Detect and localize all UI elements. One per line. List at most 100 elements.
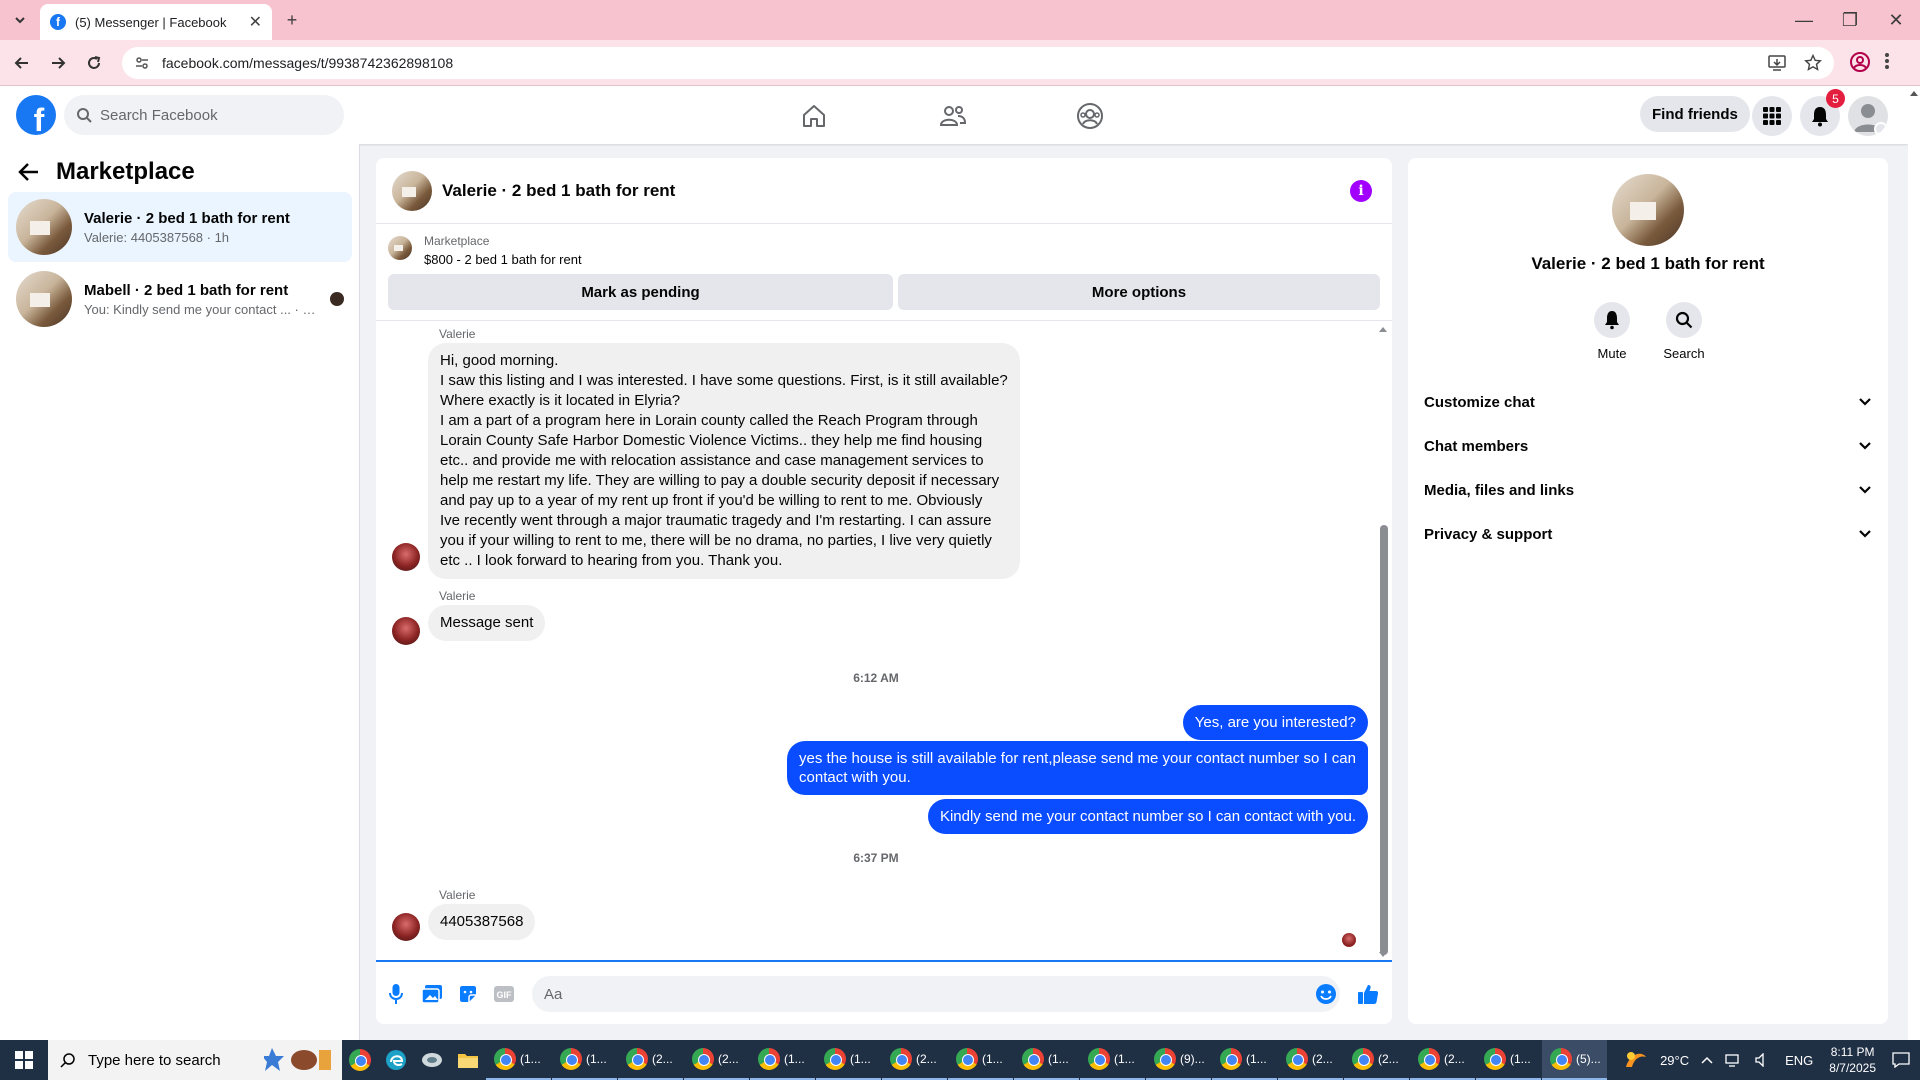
thread-item-valerie[interactable]: Valerie · 2 bed 1 bath for rent Valerie:… [8,192,352,262]
taskbar-chrome-window[interactable]: (1... [816,1040,881,1080]
chat-avatar[interactable] [392,170,432,211]
microphone-icon[interactable] [384,982,408,1006]
edge-app-icon[interactable] [378,1040,414,1080]
browser-menu-icon[interactable] [1884,51,1890,71]
home-icon[interactable] [796,98,832,134]
taskbar-chrome-window[interactable]: (2... [618,1040,683,1080]
file-explorer-icon[interactable] [450,1040,486,1080]
listing-title[interactable]: $800 - 2 bed 1 bath for rent [424,252,582,267]
window-close-icon[interactable]: ✕ [1884,8,1908,32]
taskbar-chrome-window[interactable]: (1... [750,1040,815,1080]
taskbar-chrome-window[interactable]: (9)... [1146,1040,1211,1080]
taskbar-chrome-window[interactable]: (1... [948,1040,1013,1080]
search-icon [60,1052,76,1068]
chat-title[interactable]: Valerie · 2 bed 1 bath for rent [442,181,675,201]
minimize-icon[interactable]: — [1792,8,1816,32]
message-scrollbar[interactable] [1378,325,1388,959]
photo-icon[interactable] [420,982,444,1006]
install-app-icon[interactable] [1768,55,1786,71]
friends-icon[interactable] [935,98,971,134]
taskbar-chrome-window[interactable]: (2... [684,1040,749,1080]
taskbar-chrome-window[interactable]: (1... [1476,1040,1541,1080]
sticker-icon[interactable] [456,982,480,1006]
browser-tab[interactable]: f (5) Messenger | Facebook ✕ [40,4,272,40]
message-line: etc.. and provide me with relocation ass… [440,452,984,469]
notification-center-icon[interactable] [1892,1052,1910,1068]
weather-icon[interactable] [1622,1049,1648,1071]
customize-chat-section[interactable]: Customize chat [1408,380,1888,424]
thread-item-mabell[interactable]: Mabell · 2 bed 1 bath for rent You: Kind… [8,264,352,334]
menu-grid-icon[interactable] [1752,96,1792,136]
taskbar-chrome-window[interactable]: (1... [1014,1040,1079,1080]
bookmark-star-icon[interactable] [1804,54,1822,72]
mark-as-pending-button[interactable]: Mark as pending [388,274,893,310]
input-language-text[interactable]: ENG [1785,1053,1813,1068]
search-in-conversation-button[interactable]: Search [1654,302,1714,361]
taskbar-clock[interactable]: 8:11 PM 8/7/2025 [1829,1044,1876,1076]
incoming-message[interactable]: Message sent [428,605,546,641]
groups-icon[interactable] [1072,98,1108,134]
media-files-links-section[interactable]: Media, files and links [1408,468,1888,512]
chat-members-section[interactable]: Chat members [1408,424,1888,468]
emoji-icon[interactable] [1314,982,1338,1006]
listing-photo[interactable] [1612,174,1684,246]
taskbar-search-box[interactable]: Type here to search [48,1040,342,1080]
app-icon[interactable] [414,1040,450,1080]
sender-avatar[interactable] [392,617,420,645]
temperature-text[interactable]: 29°C [1660,1053,1689,1068]
outgoing-message[interactable]: Kindly send me your contact number so I … [927,799,1368,834]
sender-avatar[interactable] [392,913,420,941]
incoming-message[interactable]: 4405387568 [428,904,536,940]
reload-icon[interactable] [82,51,106,75]
message-input[interactable] [532,976,1340,1012]
find-friends-button[interactable]: Find friends [1640,96,1750,132]
facebook-logo-icon[interactable]: f [16,95,56,135]
taskbar-chrome-window[interactable]: (1... [1080,1040,1145,1080]
forward-arrow-icon[interactable] [46,51,70,75]
conversation-info-icon[interactable]: i [1350,180,1372,202]
gif-icon[interactable]: GIF [492,982,516,1006]
site-info-icon[interactable] [134,55,150,71]
message-line: and pay up to a year of my rent up front… [440,492,983,509]
taskbar-chrome-window[interactable]: (2... [1410,1040,1475,1080]
back-arrow-icon[interactable] [18,162,40,182]
show-hidden-icons-icon[interactable] [1701,1056,1713,1064]
facebook-search[interactable] [64,95,344,135]
taskbar-chrome-window[interactable]: (1... [1212,1040,1277,1080]
more-options-button[interactable]: More options [898,274,1380,310]
privacy-support-section[interactable]: Privacy & support [1408,512,1888,556]
taskbar-chrome-window-active[interactable]: (5)... [1542,1040,1607,1080]
outgoing-message[interactable]: Yes, are you interested? [1182,705,1368,740]
scroll-up-icon[interactable] [1378,325,1388,333]
sender-avatar[interactable] [392,543,420,571]
scrollbar-thumb[interactable] [1380,525,1388,955]
incoming-message[interactable]: Hi, good morning. I saw this listing and… [428,343,1020,579]
network-icon[interactable] [1725,1053,1743,1067]
taskbar-chrome-window[interactable]: (1... [486,1040,551,1080]
search-input[interactable] [100,106,320,124]
page-scrollbar[interactable] [1908,86,1920,1040]
browser-profile-icon[interactable] [1849,51,1871,73]
chrome-app-icon[interactable] [342,1040,378,1080]
mute-button[interactable]: Mute [1582,302,1642,361]
page-scroll-up-icon[interactable] [1908,88,1920,98]
taskbar-chrome-window[interactable]: (2... [1344,1040,1409,1080]
taskbar-chrome-window[interactable]: (1... [552,1040,617,1080]
window-label: (5)... [1576,1052,1601,1066]
message-list[interactable]: Valerie Hi, good morning. I saw this lis… [376,320,1392,962]
windows-start-icon[interactable] [0,1040,48,1080]
back-arrow-icon[interactable] [10,51,34,75]
volume-icon[interactable] [1755,1053,1773,1067]
tab-close-icon[interactable]: ✕ [249,12,262,32]
url-bar[interactable]: facebook.com/messages/t/9938742362898108 [122,47,1834,79]
tab-search-icon[interactable] [8,8,32,32]
new-tab-icon[interactable]: + [280,8,304,32]
listing-thumbnail[interactable] [388,236,412,260]
account-avatar[interactable] [1848,96,1888,136]
outgoing-message[interactable]: yes the house is still available for ren… [787,741,1368,795]
thumbs-up-icon[interactable] [1356,982,1380,1006]
scroll-down-icon[interactable] [1378,951,1388,959]
taskbar-chrome-window[interactable]: (2... [1278,1040,1343,1080]
taskbar-chrome-window[interactable]: (2... [882,1040,947,1080]
restore-icon[interactable]: ❐ [1838,8,1862,32]
